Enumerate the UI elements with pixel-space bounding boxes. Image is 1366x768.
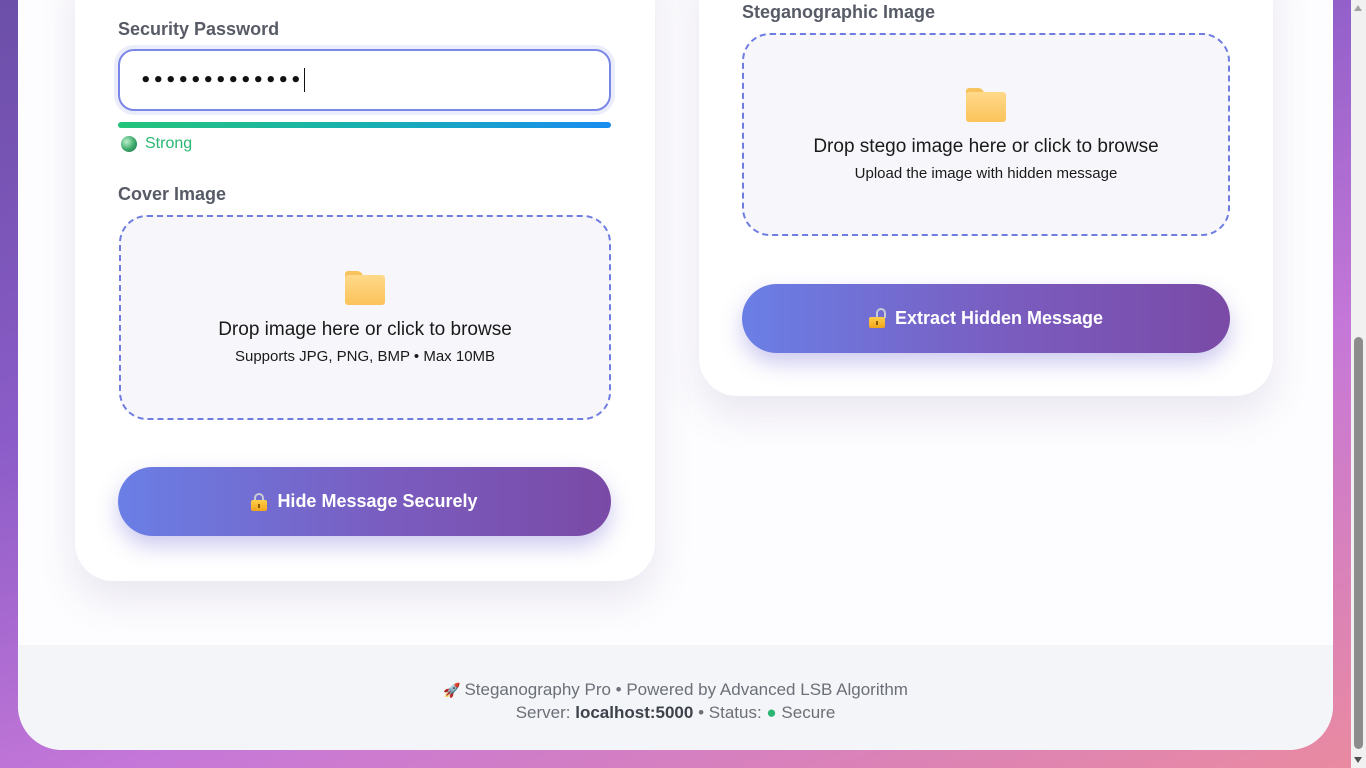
cover-image-label: Cover Image xyxy=(118,184,227,204)
hide-message-button[interactable]: Hide Message Securely xyxy=(118,467,611,536)
extract-message-button-label: Extract Hidden Message xyxy=(894,308,1104,328)
text-caret xyxy=(303,68,306,92)
strength-label: Strong xyxy=(145,135,193,152)
app-container: Security Password ••••••••••••• Strong C… xyxy=(18,0,1333,750)
hide-message-button-label: Hide Message Securely xyxy=(277,491,478,511)
scroll-up-arrow-icon[interactable] xyxy=(1354,5,1362,11)
password-strength-bar xyxy=(118,122,611,128)
dropzone-subtitle: Upload the image with hidden message xyxy=(854,164,1118,182)
password-value: ••••••••••••• xyxy=(140,69,303,91)
lock-icon xyxy=(251,492,268,511)
stego-image-label: Steganographic Image xyxy=(742,2,936,22)
cover-image-dropzone[interactable]: Drop image here or click to browse Suppo… xyxy=(119,215,611,420)
strength-dot-icon xyxy=(121,136,137,152)
dropzone-title: Drop stego image here or click to browse xyxy=(813,135,1159,157)
server-address: localhost:5000 xyxy=(575,703,694,722)
footer-tagline-text: Steganography Pro • Powered by Advanced … xyxy=(464,680,908,699)
unlock-icon xyxy=(868,307,886,328)
server-prefix: Server: xyxy=(515,703,571,722)
footer-tagline: 🚀 Steganography Pro • Powered by Advanced… xyxy=(18,680,1333,700)
footer: 🚀 Steganography Pro • Powered by Advanced… xyxy=(18,645,1333,750)
password-strength-indicator: Strong xyxy=(121,135,192,153)
status-dot-icon: ● xyxy=(766,703,777,722)
status-prefix: • Status: xyxy=(698,703,762,722)
folder-icon xyxy=(966,87,1006,122)
page-scrollbar[interactable] xyxy=(1351,0,1366,768)
hide-message-card: Security Password ••••••••••••• Strong C… xyxy=(75,0,655,581)
dropzone-subtitle: Supports JPG, PNG, BMP • Max 10MB xyxy=(234,347,496,365)
footer-server-status: Server: localhost:5000 • Status: ● Secur… xyxy=(18,703,1333,723)
folder-icon xyxy=(345,270,385,305)
rocket-icon: 🚀 xyxy=(443,682,461,698)
dropzone-title: Drop image here or click to browse xyxy=(218,318,512,340)
scrollbar-thumb[interactable] xyxy=(1354,337,1363,749)
extract-message-button[interactable]: Extract Hidden Message xyxy=(742,284,1230,353)
extract-message-card: Steganographic Image Drop stego image he… xyxy=(699,0,1273,396)
password-label: Security Password xyxy=(118,19,280,39)
status-value: Secure xyxy=(781,703,836,722)
scroll-down-arrow-icon[interactable] xyxy=(1354,757,1362,763)
password-input[interactable]: ••••••••••••• xyxy=(118,49,611,111)
stego-image-dropzone[interactable]: Drop stego image here or click to browse… xyxy=(742,33,1230,236)
